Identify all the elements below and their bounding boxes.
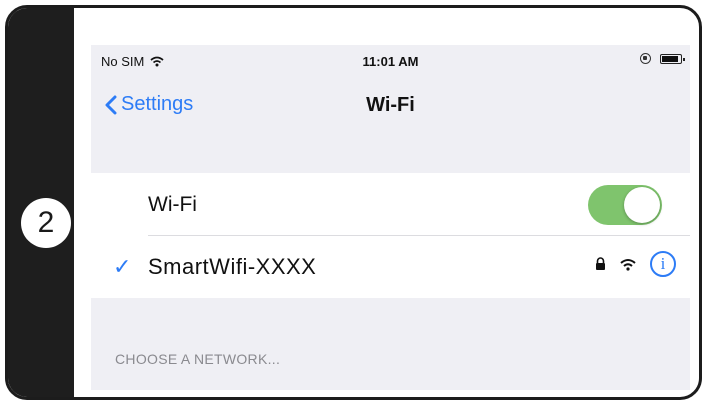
- status-time: 11:01 AM: [362, 54, 419, 69]
- phone-screen: No SIM 11:01 AM Settings Wi-Fi Wi-Fi ✓ S…: [91, 45, 690, 390]
- wifi-settings-group: Wi-Fi ✓ SmartWifi-XXXX i: [91, 173, 690, 298]
- wifi-toggle[interactable]: [588, 185, 662, 225]
- connected-network-row[interactable]: ✓ SmartWifi-XXXX i: [91, 236, 690, 298]
- toggle-knob: [624, 187, 660, 223]
- wifi-signal-icon: [620, 258, 636, 271]
- wifi-label: Wi-Fi: [148, 193, 197, 216]
- step-number-badge: 2: [21, 198, 71, 248]
- network-name: SmartWifi-XXXX: [148, 254, 317, 279]
- status-bar: No SIM 11:01 AM: [91, 45, 690, 75]
- battery-icon: [660, 53, 685, 64]
- checkmark-icon: ✓: [113, 254, 132, 279]
- rotation-lock-icon: [640, 53, 651, 64]
- navigation-bar: Settings Wi-Fi: [91, 85, 690, 125]
- lock-icon: [596, 257, 605, 270]
- info-icon[interactable]: i: [650, 251, 676, 277]
- instruction-card: 2 No SIM 11:01 AM Settings Wi-Fi Wi-Fi ✓…: [5, 5, 702, 400]
- step-stripe: 2: [8, 8, 74, 397]
- choose-network-header: CHOOSE A NETWORK...: [115, 351, 281, 367]
- wifi-toggle-row: Wi-Fi: [91, 173, 690, 236]
- page-title: Wi-Fi: [366, 94, 415, 116]
